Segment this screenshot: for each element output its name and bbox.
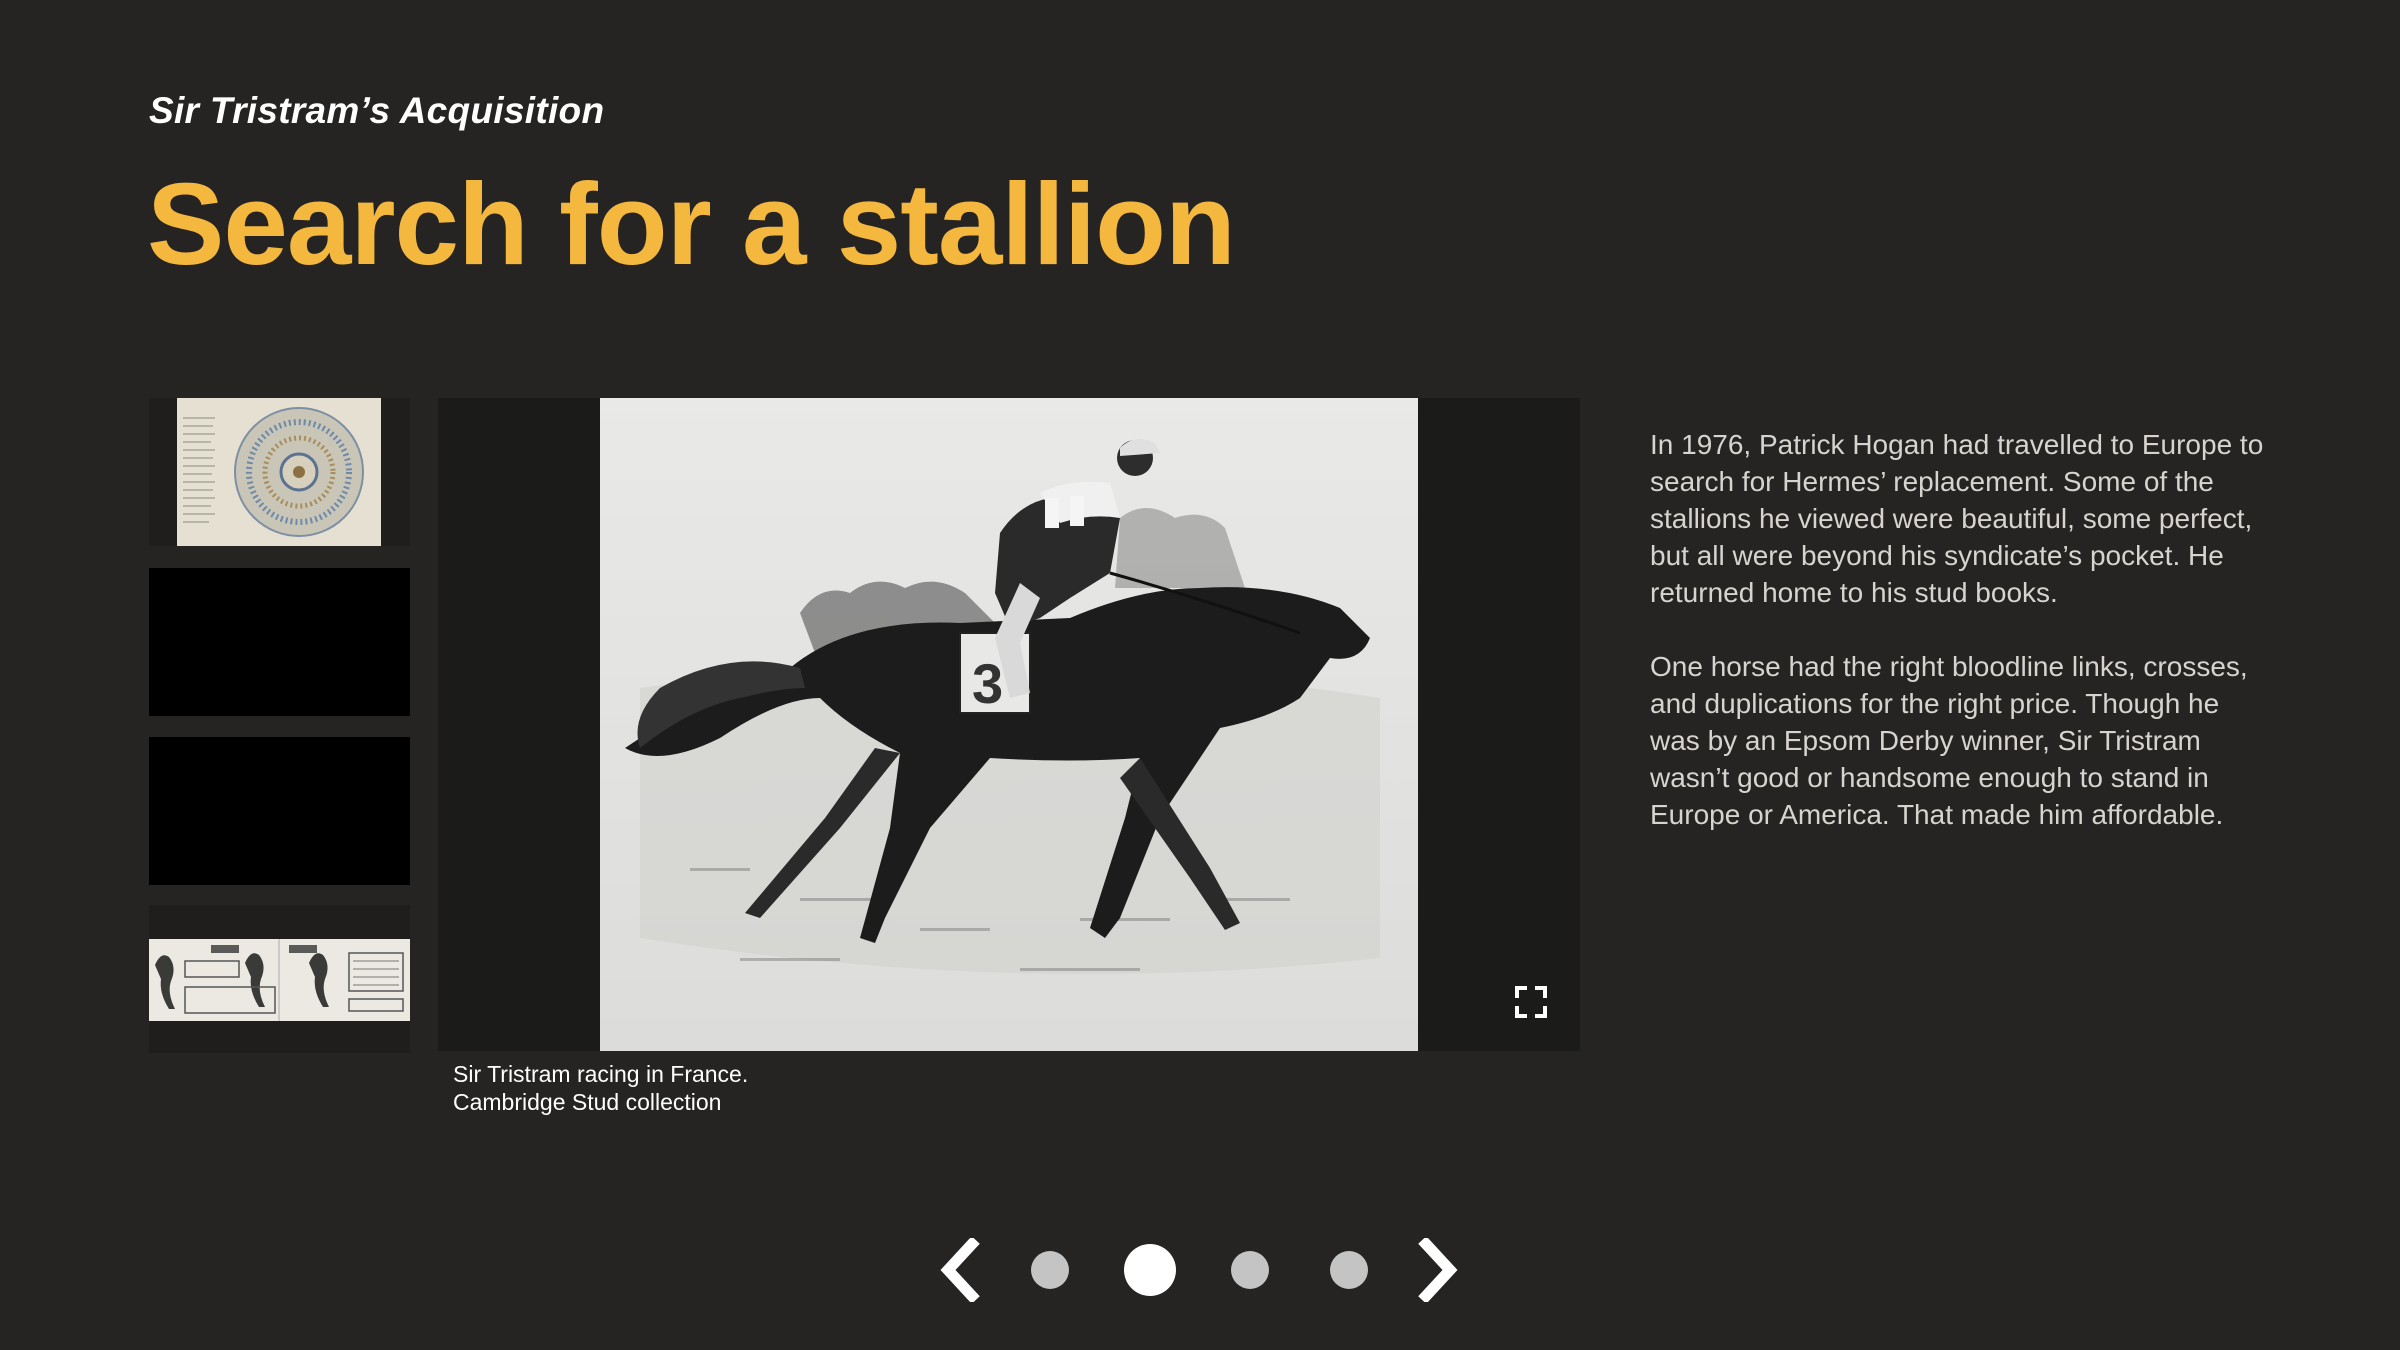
thumbnail-blank-2[interactable] xyxy=(149,737,410,885)
caption-line-1: Sir Tristram racing in France. xyxy=(453,1061,749,1087)
racing-sheet-thumbnail xyxy=(149,905,410,1053)
body-paragraph-2: One horse had the right bloodline links,… xyxy=(1650,651,2248,830)
horse-racing-photo[interactable]: 3 xyxy=(600,398,1418,1051)
page-dot-2-active[interactable] xyxy=(1124,1244,1176,1296)
body-text: In 1976, Patrick Hogan had travelled to … xyxy=(1650,426,2270,870)
chevron-right-icon[interactable] xyxy=(1412,1238,1464,1302)
page-title: Search for a stallion xyxy=(147,159,1236,289)
pedigree-chart-thumbnail xyxy=(149,398,410,546)
image-viewer: 3 xyxy=(438,398,1580,1051)
section-subtitle: Sir Tristram’s Acquisition xyxy=(149,90,605,131)
thumbnail-blank-1[interactable] xyxy=(149,568,410,716)
pagination xyxy=(0,1230,2400,1310)
page-dot-4[interactable] xyxy=(1330,1251,1368,1289)
fullscreen-icon[interactable] xyxy=(1514,985,1548,1019)
thumbnail-pedigree-chart[interactable] xyxy=(149,398,410,546)
page-dot-3[interactable] xyxy=(1231,1251,1269,1289)
body-paragraph-1: In 1976, Patrick Hogan had travelled to … xyxy=(1650,429,2264,608)
caption-line-2: Cambridge Stud collection xyxy=(453,1089,722,1115)
chevron-left-icon[interactable] xyxy=(934,1238,986,1302)
image-caption: Sir Tristram racing in France. Cambridge… xyxy=(453,1060,748,1116)
saddlecloth-number: 3 xyxy=(972,652,1003,715)
thumbnail-racing-sheet[interactable] xyxy=(149,905,410,1053)
page-dot-1[interactable] xyxy=(1031,1251,1069,1289)
